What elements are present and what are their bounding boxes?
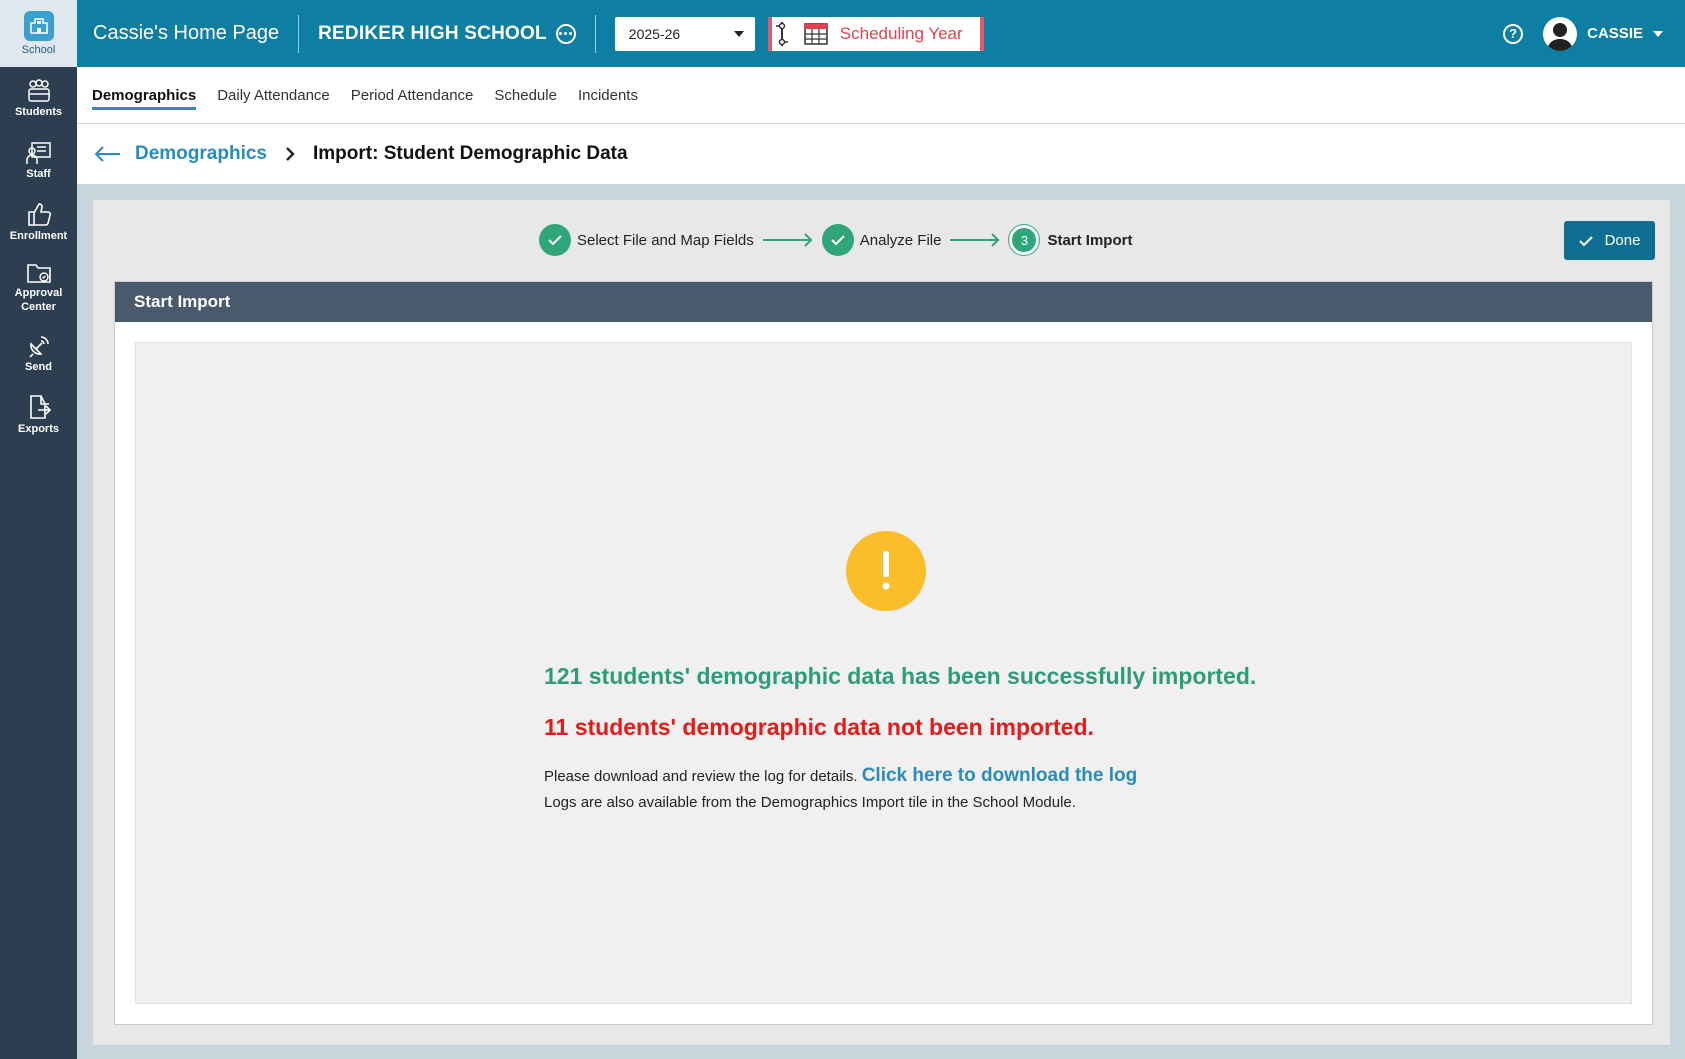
chevron-right-icon [286, 147, 295, 161]
step-number-badge: 3 [1009, 225, 1040, 255]
breadcrumb: Demographics Import: Student Demographic… [77, 124, 1685, 184]
home-page-link[interactable]: Cassie's Home Page [93, 22, 279, 45]
import-result-area: 121 students' demographic data has been … [135, 342, 1632, 1004]
start-import-panel: Start Import 121 students' demographic d… [114, 281, 1653, 1025]
top-header: Cassie's Home Page REDIKER HIGH SCHOOL 2… [77, 0, 1685, 67]
help-icon[interactable]: ? [1503, 23, 1524, 44]
avatar[interactable] [1543, 16, 1578, 51]
back-arrow-icon[interactable] [95, 146, 121, 162]
nav-label-center: Center [21, 301, 56, 313]
chevron-down-icon [733, 30, 744, 37]
page-title: Import: Student Demographic Data [312, 143, 628, 164]
breadcrumb-demographics-link[interactable]: Demographics [135, 143, 267, 165]
done-button-label: Done [1604, 232, 1641, 249]
tab-demographics[interactable]: Demographics [92, 81, 197, 110]
wizard-stepper: Select File and Map Fields Analyze File … [539, 224, 1132, 256]
school-name: REDIKER HIGH SCHOOL [318, 22, 547, 44]
nav-label-approval: Approval [14, 287, 63, 299]
import-success-message: 121 students' demographic data has been … [544, 663, 1257, 689]
nav-label-exports: Exports [18, 423, 59, 435]
school-icon [23, 10, 54, 41]
chevron-down-icon[interactable] [1653, 30, 1663, 37]
folder-icon [26, 264, 51, 283]
import-failure-message: 11 students' demographic data not been i… [544, 714, 1094, 740]
staff-icon [25, 142, 51, 164]
nav-label-send: Send [25, 361, 52, 373]
step-start-import-label: Start Import [1047, 231, 1133, 249]
tab-incidents[interactable]: Incidents [578, 81, 638, 110]
nav-label-enrollment: Enrollment [9, 229, 68, 242]
nav-item-students[interactable]: Students [0, 67, 77, 131]
step-arrow-icon [762, 233, 813, 247]
year-select-value: 2025-26 [628, 25, 681, 42]
header-right: ? CASSIE [1503, 16, 1663, 51]
schedule-grid-icon [804, 22, 828, 45]
nav-label-school: School [21, 43, 56, 56]
calendar-toggle-icon [775, 21, 788, 46]
logs-availability-note: Logs are also available from the Demogra… [544, 794, 1076, 811]
step-select-file-label: Select File and Map Fields [577, 231, 754, 249]
nav-label-students: Students [14, 106, 63, 118]
tab-daily-attendance[interactable]: Daily Attendance [217, 81, 330, 110]
nav-item-enrollment[interactable]: Enrollment [0, 191, 77, 252]
step-analyze-file-label: Analyze File [859, 231, 942, 249]
left-nav: School Students Staff Enrollment Approva… [0, 0, 77, 1059]
panel-title: Start Import [115, 282, 1652, 322]
nav-label-staff: Staff [26, 168, 51, 180]
step-complete-check-icon [539, 224, 571, 256]
nav-item-staff[interactable]: Staff [0, 131, 77, 191]
satellite-icon [28, 336, 49, 358]
download-log-instructions: Please download and review the log for d… [544, 765, 1594, 787]
thumbs-up-icon [27, 202, 51, 226]
header-divider [298, 14, 300, 53]
step-arrow-icon [950, 233, 1000, 247]
done-button[interactable]: Done [1564, 221, 1655, 260]
module-tabs: Demographics Daily Attendance Period Att… [77, 67, 1685, 124]
import-wizard: Select File and Map Fields Analyze File … [92, 199, 1671, 1046]
students-icon [27, 79, 50, 102]
warning-icon [846, 531, 926, 611]
tab-schedule[interactable]: Schedule [494, 81, 557, 110]
step-complete-check-icon [821, 224, 854, 256]
scheduling-year-badge[interactable]: Scheduling Year [767, 16, 984, 51]
export-icon [29, 395, 51, 419]
year-select[interactable]: 2025-26 [614, 16, 755, 51]
tab-period-attendance[interactable]: Period Attendance [351, 81, 474, 110]
nav-item-exports[interactable]: Exports [0, 384, 77, 446]
school-options-icon[interactable] [555, 23, 576, 44]
nav-item-school[interactable]: School [0, 0, 77, 67]
check-icon [1578, 235, 1593, 246]
download-log-prefix: Please download and review the log for d… [544, 768, 858, 785]
user-menu[interactable]: CASSIE [1587, 25, 1643, 42]
scheduling-year-label: Scheduling Year [839, 23, 963, 43]
nav-item-send[interactable]: Send [0, 324, 77, 384]
header-divider [594, 14, 596, 53]
download-log-link[interactable]: Click here to download the log [862, 765, 1138, 786]
nav-item-approval-center[interactable]: Approval Center [0, 252, 77, 324]
